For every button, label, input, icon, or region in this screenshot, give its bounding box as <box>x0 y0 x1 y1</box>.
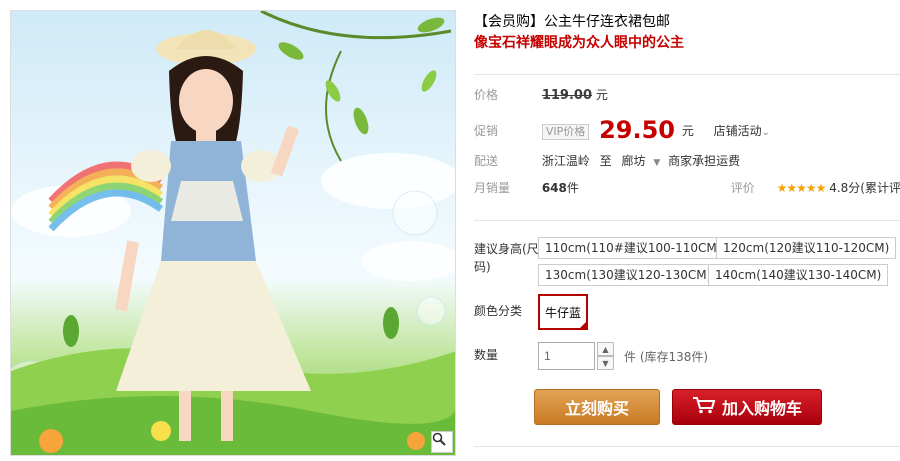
product-header: 【会员购】公主牛仔连衣裙包邮 像宝石祥耀眼成为众人眼中的公主 <box>474 12 900 54</box>
delivery-origin: 浙江温岭 <box>541 154 590 168</box>
promo-price: 29.50 <box>599 116 675 144</box>
size-option-140[interactable]: 140cm(140建议130-140CM) <box>708 264 889 286</box>
rating-score[interactable]: 4.8分(累计评价 <box>829 181 900 195</box>
promo-unit: 元 <box>681 124 694 138</box>
size-label: 建议身高(尺 码) <box>474 240 539 276</box>
color-label: 颜色分类 <box>474 304 523 318</box>
buy-now-button[interactable]: 立刻购买 <box>534 389 660 425</box>
selected-check-icon <box>578 320 588 330</box>
divider <box>474 220 900 221</box>
shop-activity-dropdown[interactable]: 店铺活动⌄ <box>714 124 770 138</box>
add-to-cart-label: 加入购物车 <box>721 399 802 418</box>
buy-now-label: 立刻购买 <box>564 399 629 418</box>
size-option-110[interactable]: 110cm(110#建议100-110CM) <box>538 237 729 259</box>
quantity-input[interactable] <box>538 342 595 370</box>
delivery-row: 配送 浙江温岭 至 廊坊 ▼ 商家承担运费 <box>474 152 740 169</box>
promo-row: 促销 VIP价格 29.50 元 店铺活动⌄ <box>474 116 770 144</box>
price-label: 价格 <box>474 88 499 102</box>
divider <box>474 74 900 75</box>
review-label: 评价 <box>730 181 755 195</box>
delivery-label: 配送 <box>474 154 499 168</box>
sales-unit: 件 <box>566 181 579 195</box>
product-subtitle: 像宝石祥耀眼成为众人眼中的公主 <box>474 35 684 51</box>
product-illustration <box>11 11 455 455</box>
monthly-sales-count: 648 <box>541 181 567 195</box>
delivery-to-word: 至 <box>599 154 612 168</box>
promo-label: 促销 <box>474 124 499 138</box>
stock-info: 件 (库存138件) <box>624 350 709 364</box>
quantity-decrease-button[interactable]: ▼ <box>597 356 614 370</box>
price-row: 价格 119.00 元 <box>474 86 608 103</box>
shipping-note: 商家承担运费 <box>668 154 741 168</box>
caret-down-icon: ▼ <box>653 158 661 168</box>
size-label-line2: 码) <box>474 260 491 274</box>
color-option-denim-blue[interactable]: 牛仔蓝 <box>538 294 588 330</box>
shopping-cart-icon <box>692 396 716 418</box>
product-title: 【会员购】公主牛仔连衣裙包邮 <box>474 14 670 30</box>
quantity-increase-button[interactable]: ▲ <box>597 342 614 356</box>
quantity-label: 数量 <box>474 348 499 362</box>
sales-row: 月销量 648件 评价 ★★★★★ 4.8分(累计评价 <box>474 179 900 196</box>
delivery-destination-select[interactable]: 廊坊 ▼ <box>622 154 669 168</box>
vip-price-tag: VIP价格 <box>541 124 590 140</box>
divider <box>474 446 900 447</box>
original-price: 119.00 <box>541 88 592 103</box>
size-label-line1: 建议身高(尺 <box>474 242 539 256</box>
shop-activity-label: 店铺活动 <box>713 124 762 138</box>
product-image[interactable] <box>10 10 456 456</box>
destination-label: 廊坊 <box>621 154 646 168</box>
rating-stars-icon: ★★★★★ <box>776 181 827 195</box>
size-option-120[interactable]: 120cm(120建议110-120CM) <box>716 237 897 259</box>
add-to-cart-button[interactable]: 加入购物车 <box>672 389 822 425</box>
color-option-label: 牛仔蓝 <box>544 305 581 320</box>
size-option-130[interactable]: 130cm(130建议120-130CM) <box>538 264 719 286</box>
price-unit: 元 <box>595 88 608 102</box>
monthly-sales-label: 月销量 <box>474 181 511 195</box>
zoom-magnifier-icon[interactable] <box>431 431 453 453</box>
chevron-down-icon: ⌄ <box>761 127 771 138</box>
model-figure <box>115 30 311 441</box>
